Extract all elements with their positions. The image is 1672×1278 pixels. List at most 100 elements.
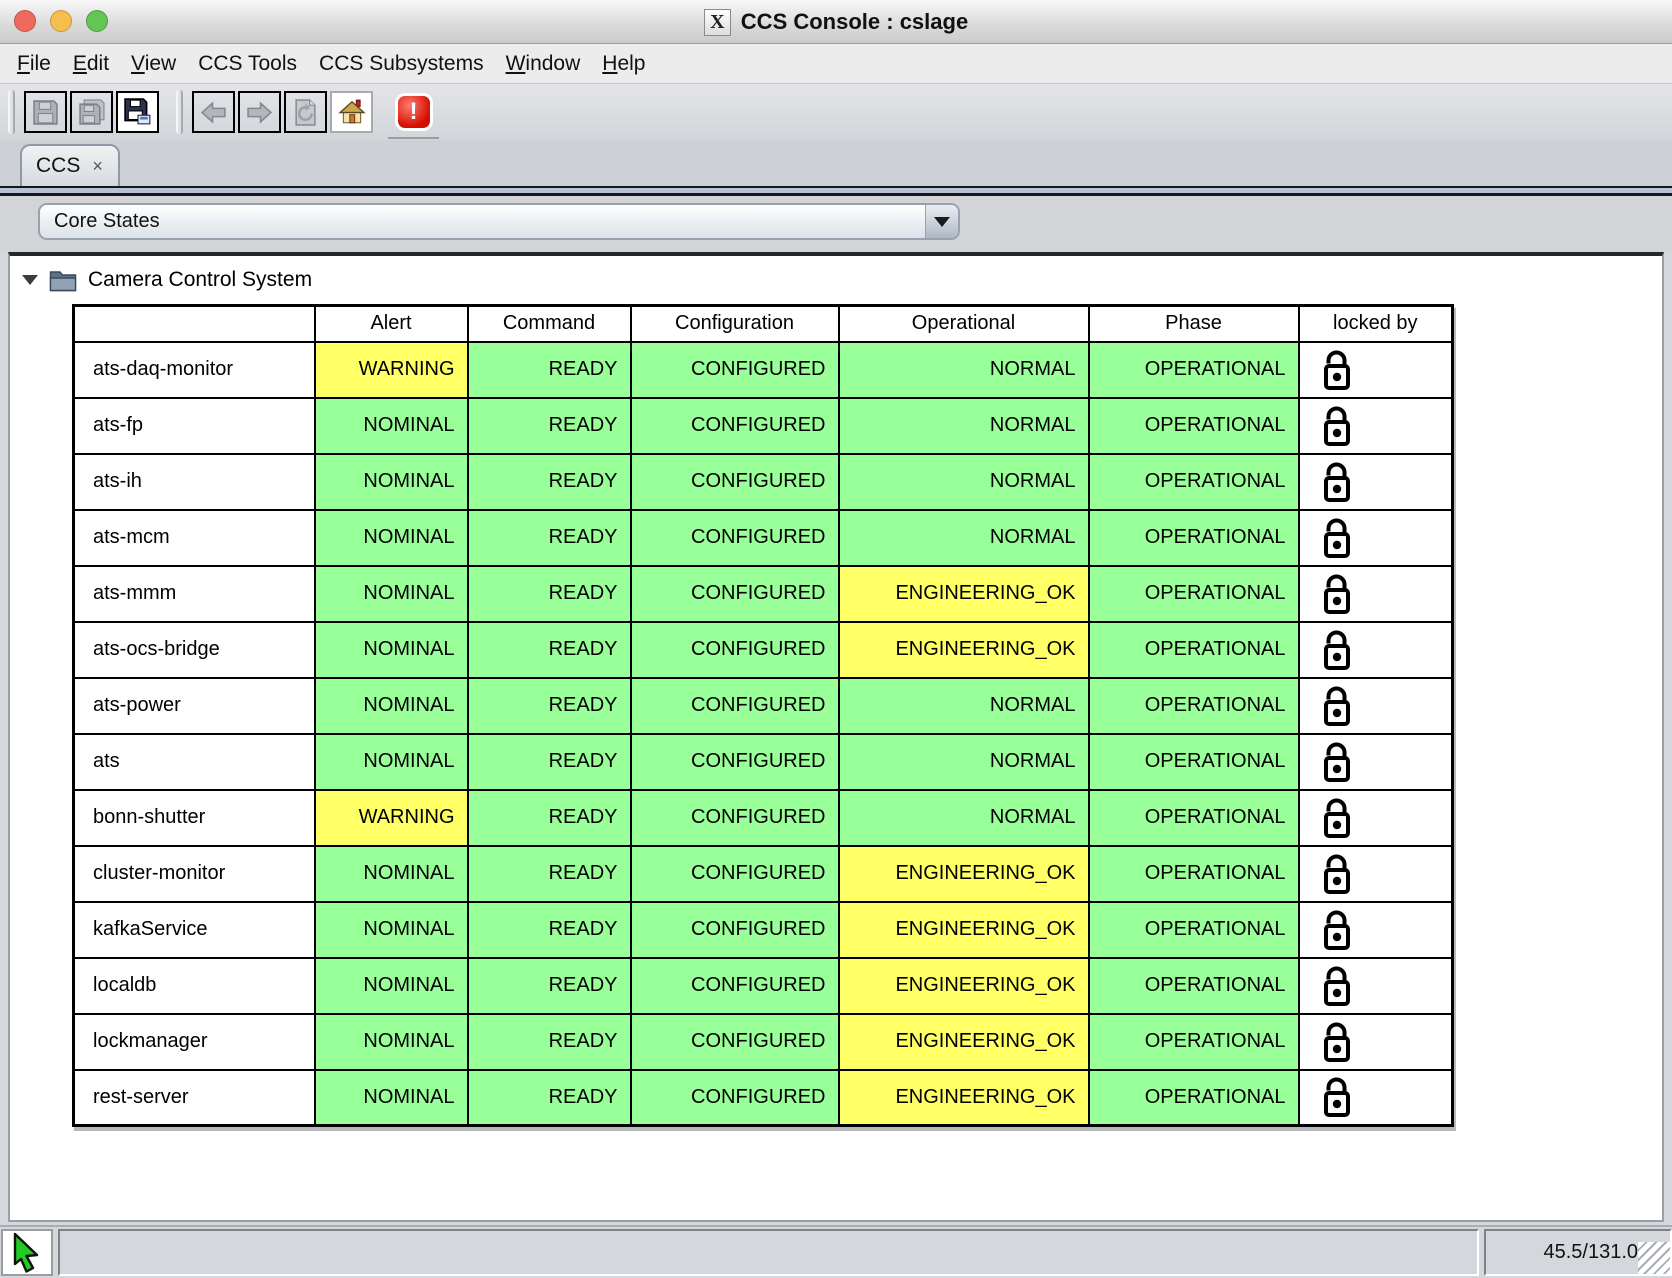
state-cell-alert[interactable]: NOMINAL [315, 510, 468, 566]
locked-by-cell[interactable] [1299, 902, 1453, 958]
state-cell-alert[interactable]: NOMINAL [315, 622, 468, 678]
save-button[interactable] [24, 91, 67, 133]
state-cell-phase[interactable]: OPERATIONAL [1089, 958, 1299, 1014]
state-cell-phase[interactable]: OPERATIONAL [1089, 510, 1299, 566]
menu-edit[interactable]: Edit [62, 52, 120, 76]
view-selector-combobox[interactable]: Core States [38, 203, 960, 240]
resize-grip[interactable] [1638, 1242, 1670, 1274]
row-name-cell[interactable]: kafkaService [74, 902, 315, 958]
menu-ccs-tools[interactable]: CCS Tools [187, 52, 308, 76]
state-cell-configuration[interactable]: CONFIGURED [631, 958, 839, 1014]
combobox-arrow-button[interactable] [925, 205, 958, 238]
state-cell-alert[interactable]: NOMINAL [315, 678, 468, 734]
table-row[interactable]: cluster-monitorNOMINALREADYCONFIGUREDENG… [74, 846, 1453, 902]
table-row[interactable]: ats-powerNOMINALREADYCONFIGUREDNORMALOPE… [74, 678, 1453, 734]
state-cell-operational[interactable]: NORMAL [839, 454, 1089, 510]
state-cell-operational[interactable]: ENGINEERING_OK [839, 1014, 1089, 1070]
state-cell-configuration[interactable]: CONFIGURED [631, 678, 839, 734]
state-cell-alert[interactable]: NOMINAL [315, 958, 468, 1014]
state-cell-alert[interactable]: WARNING [315, 342, 468, 398]
locked-by-cell[interactable] [1299, 958, 1453, 1014]
row-name-cell[interactable]: localdb [74, 958, 315, 1014]
state-cell-configuration[interactable]: CONFIGURED [631, 566, 839, 622]
state-cell-command[interactable]: READY [468, 958, 631, 1014]
state-cell-command[interactable]: READY [468, 510, 631, 566]
locked-by-cell[interactable] [1299, 734, 1453, 790]
refresh-button[interactable] [284, 91, 327, 133]
state-cell-operational[interactable]: NORMAL [839, 510, 1089, 566]
menu-view[interactable]: View [120, 52, 187, 76]
menu-ccs-subsystems[interactable]: CCS Subsystems [308, 52, 495, 76]
state-cell-configuration[interactable]: CONFIGURED [631, 1014, 839, 1070]
table-row[interactable]: ats-daq-monitorWARNINGREADYCONFIGUREDNOR… [74, 342, 1453, 398]
table-row[interactable]: kafkaServiceNOMINALREADYCONFIGUREDENGINE… [74, 902, 1453, 958]
state-cell-operational[interactable]: NORMAL [839, 734, 1089, 790]
tree-expand-icon[interactable] [22, 275, 38, 285]
state-cell-phase[interactable]: OPERATIONAL [1089, 678, 1299, 734]
state-cell-alert[interactable]: NOMINAL [315, 846, 468, 902]
state-cell-operational[interactable]: ENGINEERING_OK [839, 846, 1089, 902]
state-cell-phase[interactable]: OPERATIONAL [1089, 902, 1299, 958]
locked-by-cell[interactable] [1299, 398, 1453, 454]
table-row[interactable]: ats-fpNOMINALREADYCONFIGUREDNORMALOPERAT… [74, 398, 1453, 454]
row-name-cell[interactable]: ats-fp [74, 398, 315, 454]
toolbar-grip[interactable] [8, 90, 15, 134]
state-cell-command[interactable]: READY [468, 734, 631, 790]
state-cell-configuration[interactable]: CONFIGURED [631, 846, 839, 902]
state-cell-operational[interactable]: NORMAL [839, 790, 1089, 846]
state-cell-operational[interactable]: ENGINEERING_OK [839, 622, 1089, 678]
locked-by-cell[interactable] [1299, 1070, 1453, 1126]
row-name-cell[interactable]: lockmanager [74, 1014, 315, 1070]
state-cell-command[interactable]: READY [468, 1014, 631, 1070]
state-cell-phase[interactable]: OPERATIONAL [1089, 566, 1299, 622]
state-cell-phase[interactable]: OPERATIONAL [1089, 1070, 1299, 1126]
state-cell-command[interactable]: READY [468, 1070, 631, 1126]
state-cell-phase[interactable]: OPERATIONAL [1089, 342, 1299, 398]
state-cell-configuration[interactable]: CONFIGURED [631, 790, 839, 846]
state-cell-phase[interactable]: OPERATIONAL [1089, 622, 1299, 678]
state-cell-phase[interactable]: OPERATIONAL [1089, 734, 1299, 790]
state-cell-configuration[interactable]: CONFIGURED [631, 1070, 839, 1126]
row-name-cell[interactable]: ats-mmm [74, 566, 315, 622]
state-cell-phase[interactable]: OPERATIONAL [1089, 1014, 1299, 1070]
state-cell-configuration[interactable]: CONFIGURED [631, 510, 839, 566]
home-button[interactable] [330, 91, 373, 133]
row-name-cell[interactable]: rest-server [74, 1070, 315, 1126]
menu-file[interactable]: File [6, 52, 62, 76]
state-cell-configuration[interactable]: CONFIGURED [631, 902, 839, 958]
table-row[interactable]: rest-serverNOMINALREADYCONFIGUREDENGINEE… [74, 1070, 1453, 1126]
state-cell-phase[interactable]: OPERATIONAL [1089, 398, 1299, 454]
state-cell-alert[interactable]: NOMINAL [315, 734, 468, 790]
table-row[interactable]: ats-mmmNOMINALREADYCONFIGUREDENGINEERING… [74, 566, 1453, 622]
state-cell-configuration[interactable]: CONFIGURED [631, 454, 839, 510]
row-name-cell[interactable]: ats-ih [74, 454, 315, 510]
table-row[interactable]: bonn-shutterWARNINGREADYCONFIGUREDNORMAL… [74, 790, 1453, 846]
save-all-button[interactable] [70, 91, 113, 133]
locked-by-cell[interactable] [1299, 1014, 1453, 1070]
state-cell-operational[interactable]: NORMAL [839, 398, 1089, 454]
row-name-cell[interactable]: ats-daq-monitor [74, 342, 315, 398]
locked-by-cell[interactable] [1299, 846, 1453, 902]
state-cell-command[interactable]: READY [468, 790, 631, 846]
row-name-cell[interactable]: cluster-monitor [74, 846, 315, 902]
state-cell-operational[interactable]: ENGINEERING_OK [839, 958, 1089, 1014]
row-name-cell[interactable]: ats-power [74, 678, 315, 734]
locked-by-cell[interactable] [1299, 622, 1453, 678]
locked-by-cell[interactable] [1299, 342, 1453, 398]
row-name-cell[interactable]: ats-mcm [74, 510, 315, 566]
locked-by-cell[interactable] [1299, 566, 1453, 622]
state-cell-command[interactable]: READY [468, 454, 631, 510]
state-cell-alert[interactable]: NOMINAL [315, 1014, 468, 1070]
menu-help[interactable]: Help [591, 52, 656, 76]
save-as-button[interactable] [116, 91, 159, 133]
table-row[interactable]: lockmanagerNOMINALREADYCONFIGUREDENGINEE… [74, 1014, 1453, 1070]
state-cell-alert[interactable]: NOMINAL [315, 1070, 468, 1126]
state-cell-command[interactable]: READY [468, 566, 631, 622]
state-cell-phase[interactable]: OPERATIONAL [1089, 790, 1299, 846]
state-cell-operational[interactable]: ENGINEERING_OK [839, 1070, 1089, 1126]
state-cell-command[interactable]: READY [468, 902, 631, 958]
tab-ccs[interactable]: CCS × [20, 144, 120, 186]
locked-by-cell[interactable] [1299, 678, 1453, 734]
back-button[interactable] [192, 91, 235, 133]
state-cell-operational[interactable]: NORMAL [839, 342, 1089, 398]
